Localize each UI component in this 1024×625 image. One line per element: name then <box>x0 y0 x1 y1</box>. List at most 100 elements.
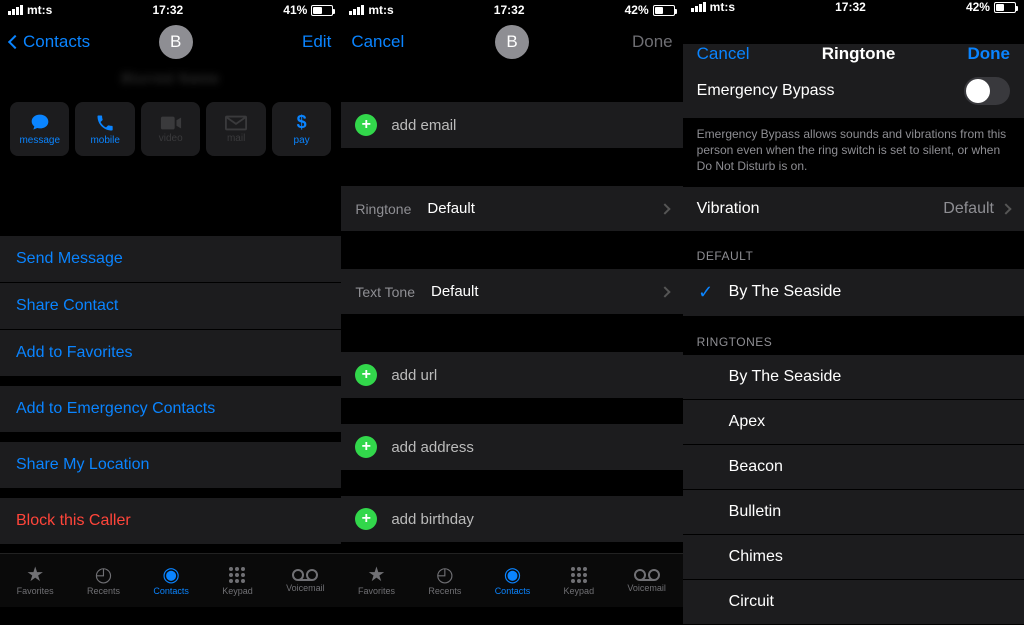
ringtone-row[interactable]: Ringtone Default <box>341 186 682 231</box>
done-button[interactable]: Done <box>967 44 1010 64</box>
chevron-left-icon <box>8 35 22 49</box>
battery-percentage: 42% <box>625 3 649 17</box>
tab-favorites[interactable]: ★Favorites <box>17 565 54 596</box>
contact-icon: ◉ <box>162 565 179 585</box>
message-button[interactable]: message <box>10 102 69 156</box>
video-label: video <box>159 133 183 144</box>
ringtone-option[interactable]: Circuit <box>683 580 1024 625</box>
text-tone-row[interactable]: Text Tone Default <box>341 269 682 314</box>
add-favorites-row[interactable]: Add to Favorites <box>0 330 341 376</box>
contact-actions-group-4: Block this Caller <box>0 498 341 544</box>
tab-keypad-label: Keypad <box>222 586 253 596</box>
send-message-row[interactable]: Send Message <box>0 236 341 283</box>
cancel-button[interactable]: Cancel <box>351 32 421 52</box>
avatar[interactable]: B <box>159 25 193 59</box>
add-email-label: add email <box>391 117 456 134</box>
tab-keypad[interactable]: Keypad <box>222 565 253 596</box>
status-time: 17:32 <box>152 3 183 17</box>
modal-title: Ringtone <box>822 44 896 64</box>
contact-actions-group-3: Share My Location <box>0 442 341 488</box>
video-button[interactable]: video <box>141 102 200 156</box>
status-time: 17:32 <box>835 0 866 14</box>
clock-icon: ◴ <box>436 565 453 585</box>
nav-bar: Cancel B Done <box>341 20 682 64</box>
ringtone-option[interactable]: Chimes <box>683 535 1024 580</box>
ringtone-option[interactable]: Apex <box>683 400 1024 445</box>
clock-icon: ◴ <box>95 565 112 585</box>
mail-button[interactable]: mail <box>206 102 265 156</box>
block-caller-row[interactable]: Block this Caller <box>0 498 341 544</box>
tab-recents[interactable]: ◴Recents <box>428 565 461 596</box>
add-url-label: add url <box>391 367 437 384</box>
mail-label: mail <box>227 133 245 144</box>
pay-button[interactable]: $ pay <box>272 102 331 156</box>
tab-contacts[interactable]: ◉Contacts <box>153 565 189 596</box>
tab-keypad[interactable]: Keypad <box>564 565 595 596</box>
selected-ringtone-row[interactable]: ✓ By The Seaside <box>683 269 1024 317</box>
tab-voicemail[interactable]: Voicemail <box>286 568 325 593</box>
ringtone-option[interactable]: By The Seaside <box>683 355 1024 400</box>
plus-icon: + <box>355 436 377 458</box>
plus-icon: + <box>355 364 377 386</box>
default-section-header: Default <box>683 231 1024 269</box>
cancel-button[interactable]: Cancel <box>697 44 750 64</box>
contact-action-row: message mobile video mail $ pay <box>0 96 341 166</box>
ringtone-option[interactable]: Beacon <box>683 445 1024 490</box>
signal-icon <box>8 5 23 15</box>
tab-voicemail[interactable]: Voicemail <box>627 568 666 593</box>
emergency-bypass-toggle[interactable] <box>964 77 1010 105</box>
add-birthday-row[interactable]: + add birthday <box>341 496 682 542</box>
keypad-icon <box>569 565 589 585</box>
signal-icon <box>349 5 364 15</box>
tab-contacts[interactable]: ◉Contacts <box>495 565 531 596</box>
avatar[interactable]: B <box>495 25 529 59</box>
ringtone-label: Ringtone <box>355 201 411 217</box>
contact-actions-group-1: Send Message Share Contact Add to Favori… <box>0 236 341 376</box>
add-address-row[interactable]: + add address <box>341 424 682 470</box>
add-url-row[interactable]: + add url <box>341 352 682 398</box>
chevron-right-icon <box>659 203 670 214</box>
edit-contact-screen: mt:s 17:32 42% Cancel B Done + add email… <box>341 0 682 607</box>
add-email-row[interactable]: + add email <box>341 102 682 148</box>
ringtone-option[interactable]: Bulletin <box>683 490 1024 535</box>
tab-favorites[interactable]: ★Favorites <box>358 565 395 596</box>
share-location-row[interactable]: Share My Location <box>0 442 341 488</box>
emergency-bypass-label: Emergency Bypass <box>697 82 835 100</box>
vibration-label: Vibration <box>697 200 760 218</box>
tab-recents[interactable]: ◴Recents <box>87 565 120 596</box>
text-tone-value: Default <box>431 283 479 300</box>
mail-icon <box>225 115 247 131</box>
status-bar: mt:s 17:32 42% <box>683 0 1024 14</box>
video-icon <box>160 115 182 131</box>
done-button[interactable]: Done <box>603 32 673 52</box>
vibration-value: Default <box>943 200 994 218</box>
back-button[interactable]: Contacts <box>10 32 90 52</box>
add-emergency-row[interactable]: Add to Emergency Contacts <box>0 386 341 432</box>
ringtone-label: Chimes <box>729 548 783 566</box>
contact-name-area: Blurred Name <box>0 64 341 96</box>
selected-ringtone-label: By The Seaside <box>729 283 842 301</box>
keypad-icon <box>227 565 247 585</box>
tab-voicemail-label: Voicemail <box>627 583 666 593</box>
tab-bar: ★Favorites ◴Recents ◉Contacts Keypad Voi… <box>341 553 682 607</box>
emergency-bypass-row[interactable]: Emergency Bypass <box>683 64 1024 118</box>
tab-favorites-label: Favorites <box>17 586 54 596</box>
ringtones-section-header: Ringtones <box>683 317 1024 355</box>
share-contact-row[interactable]: Share Contact <box>0 283 341 330</box>
battery-percentage: 42% <box>966 0 990 14</box>
voicemail-icon <box>292 568 318 582</box>
message-label: message <box>19 135 60 146</box>
battery-icon <box>311 5 333 16</box>
carrier-label: mt:s <box>710 0 735 14</box>
mobile-button[interactable]: mobile <box>75 102 134 156</box>
chevron-right-icon <box>1000 203 1011 214</box>
ringtone-label: Beacon <box>729 458 783 476</box>
tab-contacts-label: Contacts <box>153 586 189 596</box>
edit-button[interactable]: Edit <box>261 32 331 52</box>
tab-keypad-label: Keypad <box>564 586 595 596</box>
vibration-row[interactable]: Vibration Default <box>683 187 1024 231</box>
contact-actions-group-2: Add to Emergency Contacts <box>0 386 341 432</box>
signal-icon <box>691 2 706 12</box>
check-icon: ✓ <box>697 282 715 303</box>
mobile-label: mobile <box>90 135 119 146</box>
